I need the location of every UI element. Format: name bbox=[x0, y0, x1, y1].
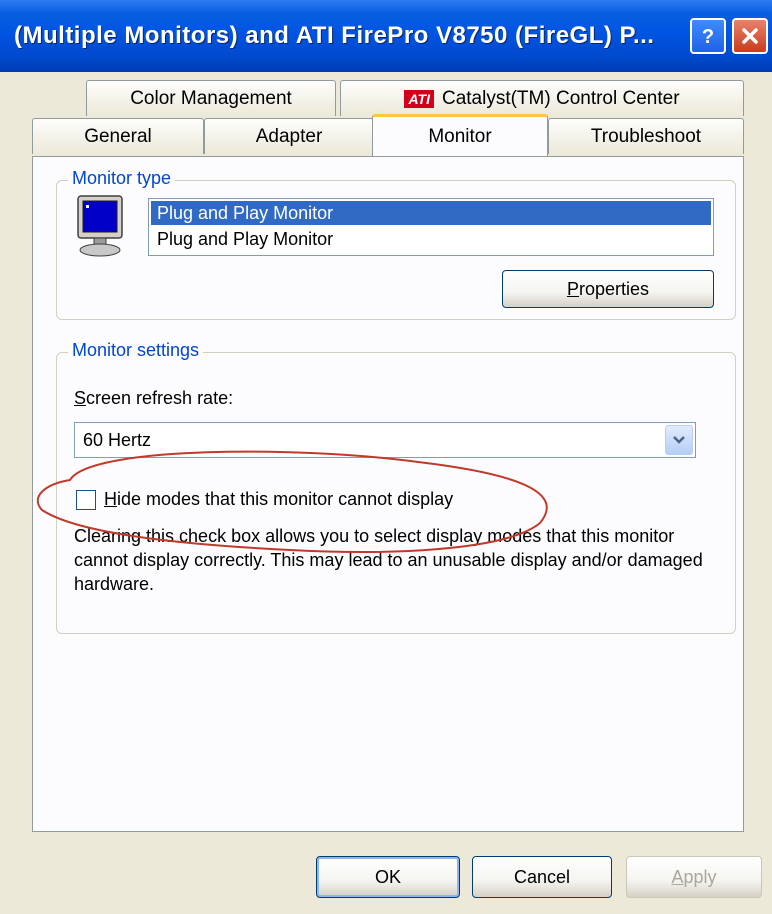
hide-modes-checkbox[interactable] bbox=[76, 490, 96, 510]
hide-modes-label[interactable]: Hide modes that this monitor cannot disp… bbox=[104, 489, 453, 510]
monitor-type-label: Monitor type bbox=[68, 168, 176, 189]
properties-dialog: (Multiple Monitors) and ATI FirePro V875… bbox=[0, 0, 772, 914]
hide-modes-mnemonic: H bbox=[104, 489, 117, 509]
window-title: (Multiple Monitors) and ATI FirePro V875… bbox=[14, 22, 655, 49]
ati-logo-icon: ATI bbox=[404, 89, 434, 108]
chevron-down-icon bbox=[673, 436, 685, 444]
close-button[interactable] bbox=[732, 18, 768, 54]
tab-troubleshoot[interactable]: Troubleshoot bbox=[548, 118, 744, 154]
svg-text:?: ? bbox=[702, 26, 714, 47]
properties-label: roperties bbox=[578, 278, 650, 299]
close-icon bbox=[742, 28, 758, 44]
hide-modes-text: ide modes that this monitor cannot displ… bbox=[117, 489, 454, 509]
dropdown-arrow-button[interactable] bbox=[665, 425, 693, 455]
ok-label: OK bbox=[374, 866, 401, 887]
help-button[interactable]: ? bbox=[690, 18, 726, 54]
refresh-rate-mnemonic: S bbox=[74, 388, 87, 408]
tab-label: Adapter bbox=[255, 125, 323, 147]
tab-label: Monitor bbox=[428, 125, 492, 147]
list-item[interactable]: Plug and Play Monitor bbox=[151, 227, 711, 251]
tab-adapter[interactable]: Adapter bbox=[204, 118, 374, 154]
properties-mnemonic: P bbox=[566, 278, 579, 299]
refresh-rate-label: Screen refresh rate: bbox=[74, 388, 233, 409]
apply-button[interactable]: Apply bbox=[626, 856, 762, 898]
refresh-rate-dropdown[interactable]: 60 Hertz bbox=[74, 422, 696, 458]
tab-catalyst-control-center[interactable]: ATI Catalyst(TM) Control Center bbox=[340, 80, 744, 116]
refresh-rate-label-text: creen refresh rate: bbox=[86, 388, 234, 408]
tab-color-management[interactable]: Color Management bbox=[86, 80, 336, 116]
tab-label: Troubleshoot bbox=[590, 125, 702, 147]
tab-label: Color Management bbox=[130, 87, 292, 109]
monitor-list[interactable]: Plug and Play Monitor Plug and Play Moni… bbox=[148, 198, 714, 256]
monitor-settings-label: Monitor settings bbox=[68, 340, 204, 361]
apply-mnemonic: A bbox=[671, 866, 684, 887]
tab-monitor[interactable]: Monitor bbox=[372, 114, 548, 156]
properties-button[interactable]: Properties bbox=[502, 270, 714, 308]
refresh-rate-value: 60 Hertz bbox=[83, 430, 152, 450]
title-bar[interactable]: (Multiple Monitors) and ATI FirePro V875… bbox=[0, 0, 772, 72]
tab-label: Catalyst(TM) Control Center bbox=[441, 87, 680, 109]
list-item[interactable]: Plug and Play Monitor bbox=[151, 201, 711, 225]
ok-button[interactable]: OK bbox=[316, 856, 460, 898]
tab-general[interactable]: General bbox=[32, 118, 204, 154]
hide-modes-description: Clearing this check box allows you to se… bbox=[74, 526, 703, 594]
cancel-button[interactable]: Cancel bbox=[472, 856, 612, 898]
tab-label: General bbox=[84, 125, 152, 147]
help-icon: ? bbox=[702, 26, 714, 47]
monitor-icon bbox=[77, 195, 123, 257]
cancel-label: Cancel bbox=[513, 866, 571, 887]
apply-label: pply bbox=[683, 866, 717, 887]
